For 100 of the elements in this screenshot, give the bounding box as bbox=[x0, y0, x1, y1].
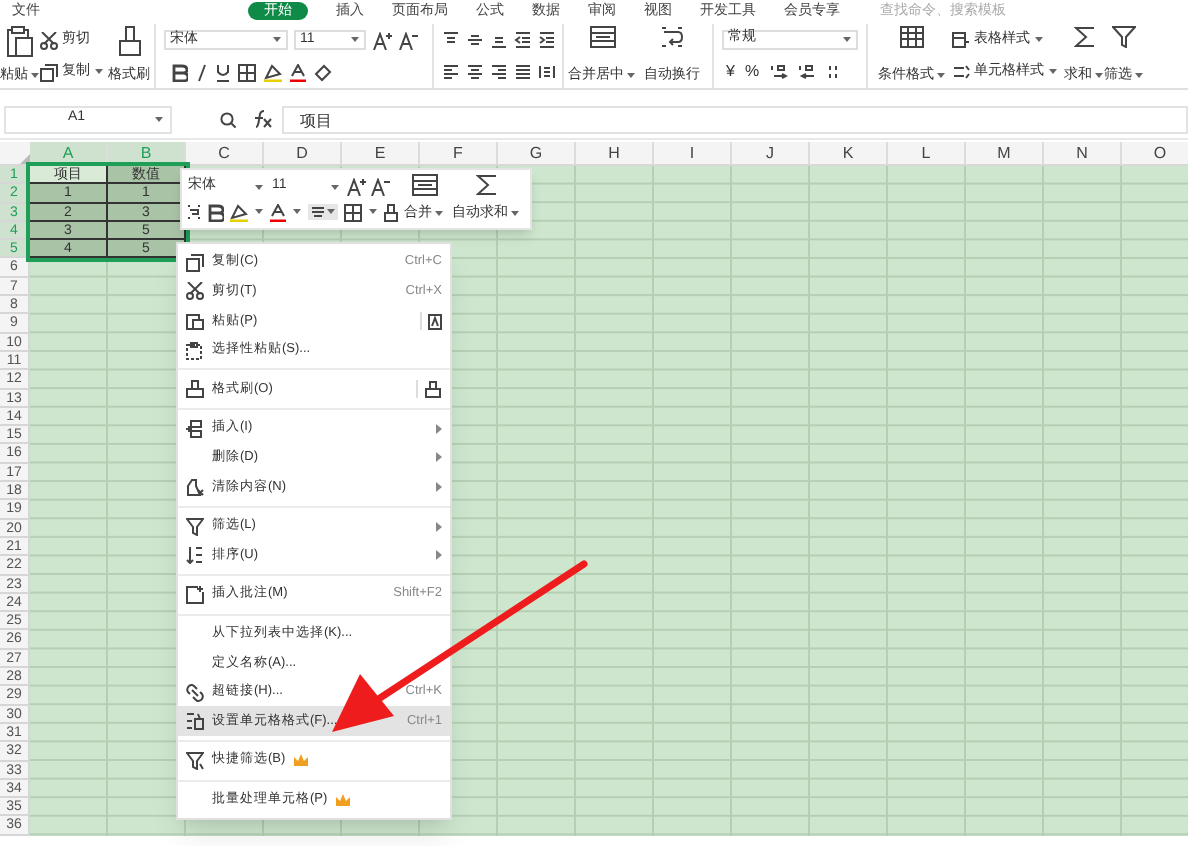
insert-cells-icon bbox=[186, 419, 204, 438]
currency-button[interactable]: ¥ bbox=[726, 59, 735, 83]
decimal-increase-icon[interactable] bbox=[769, 63, 788, 79]
paste-values-icon bbox=[428, 311, 442, 330]
increase-font-icon[interactable] bbox=[346, 178, 366, 196]
formula-input[interactable]: 项目 bbox=[282, 105, 1188, 133]
caret-right-icon bbox=[436, 481, 442, 492]
comment-icon bbox=[186, 585, 204, 604]
bold-icon[interactable] bbox=[208, 203, 224, 221]
number-format-icon[interactable] bbox=[825, 63, 840, 79]
caret-icon[interactable] bbox=[254, 208, 264, 216]
column-header[interactable]: D bbox=[264, 142, 342, 164]
table-grid-icon bbox=[900, 26, 924, 48]
caret-icon[interactable] bbox=[350, 36, 360, 45]
caret-icon[interactable] bbox=[1048, 68, 1058, 76]
caret-right-icon bbox=[436, 423, 442, 434]
copy-icon bbox=[40, 63, 58, 81]
caret-icon[interactable] bbox=[330, 183, 340, 191]
table-style-icon bbox=[952, 32, 970, 48]
caret-icon[interactable] bbox=[510, 209, 520, 218]
column-header[interactable]: E bbox=[342, 142, 420, 164]
copy-icon bbox=[186, 253, 204, 272]
justify-icon[interactable] bbox=[514, 64, 532, 80]
column-header[interactable]: K bbox=[810, 142, 888, 164]
caret-icon[interactable] bbox=[154, 115, 164, 123]
column-header[interactable]: G bbox=[498, 142, 576, 164]
caret-right-icon bbox=[436, 550, 442, 561]
align-button[interactable] bbox=[308, 204, 338, 220]
distributed-icon[interactable] bbox=[538, 64, 556, 80]
scissors-icon bbox=[186, 282, 204, 301]
column-header[interactable]: O bbox=[1122, 142, 1188, 164]
column-header[interactable]: J bbox=[732, 142, 810, 164]
italic-icon[interactable] bbox=[196, 63, 208, 82]
caret-icon[interactable] bbox=[936, 71, 946, 80]
column-header[interactable]: C bbox=[186, 142, 264, 164]
indent-decrease-icon[interactable] bbox=[514, 32, 532, 48]
caret-icon[interactable] bbox=[368, 208, 378, 216]
fill-icon[interactable] bbox=[230, 203, 248, 221]
align-middle-icon[interactable] bbox=[466, 32, 484, 48]
scissors-icon bbox=[40, 31, 58, 49]
caret-icon[interactable] bbox=[30, 71, 40, 80]
percent-button[interactable]: % bbox=[744, 59, 760, 83]
caret-icon[interactable] bbox=[94, 68, 104, 76]
border-icon[interactable] bbox=[238, 63, 256, 82]
underline-icon[interactable] bbox=[216, 63, 230, 82]
align-top-icon[interactable] bbox=[442, 32, 460, 48]
crown-icon bbox=[293, 754, 308, 767]
caret-icon[interactable] bbox=[254, 183, 264, 191]
caret-icon[interactable] bbox=[1034, 36, 1044, 44]
column-header[interactable]: N bbox=[1044, 142, 1122, 164]
merge-cells-icon bbox=[411, 174, 437, 196]
clipboard-icon bbox=[6, 26, 34, 58]
align-bottom-icon[interactable] bbox=[490, 32, 508, 48]
caret-icon[interactable] bbox=[1094, 71, 1104, 80]
sigma-icon bbox=[1073, 26, 1095, 48]
caret-icon[interactable] bbox=[434, 209, 444, 218]
increase-font-icon[interactable] bbox=[372, 31, 392, 50]
eraser-icon[interactable] bbox=[314, 63, 332, 82]
indent-increase-icon[interactable] bbox=[538, 32, 556, 48]
font-color-icon[interactable] bbox=[290, 63, 306, 82]
decrease-font-icon[interactable] bbox=[370, 178, 390, 196]
bold-icon[interactable] bbox=[172, 63, 188, 82]
caret-icon[interactable] bbox=[1134, 71, 1144, 80]
cell-style-icon bbox=[952, 64, 970, 80]
wrap-text-icon[interactable] bbox=[186, 204, 202, 220]
filter-icon bbox=[1112, 26, 1136, 48]
caret-icon[interactable] bbox=[292, 208, 302, 216]
align-left-icon[interactable] bbox=[442, 64, 460, 80]
decrease-font-icon[interactable] bbox=[398, 31, 418, 50]
zoom-icon[interactable] bbox=[220, 111, 236, 127]
caret-icon[interactable] bbox=[626, 71, 636, 80]
border-icon[interactable] bbox=[344, 203, 362, 221]
filter-icon bbox=[186, 751, 204, 770]
caret-icon[interactable] bbox=[842, 35, 852, 43]
column-header[interactable]: I bbox=[654, 142, 732, 164]
wrap-text-icon bbox=[660, 26, 684, 48]
brush-icon bbox=[186, 380, 204, 399]
link-icon bbox=[186, 683, 204, 702]
brush-icon bbox=[117, 26, 141, 58]
eraser-icon bbox=[186, 477, 204, 496]
merge-cells-icon bbox=[589, 26, 615, 48]
column-header[interactable]: H bbox=[576, 142, 654, 164]
align-center-icon bbox=[310, 204, 326, 220]
brush-icon[interactable] bbox=[384, 203, 398, 221]
font-color-icon[interactable] bbox=[270, 203, 286, 221]
clipboard-icon bbox=[186, 311, 204, 330]
fill-icon[interactable] bbox=[264, 63, 282, 82]
decimal-decrease-icon[interactable] bbox=[797, 63, 816, 79]
caret-icon[interactable] bbox=[326, 208, 336, 216]
align-center-icon[interactable] bbox=[466, 64, 484, 80]
format-cells-icon bbox=[186, 712, 204, 731]
caret-right-icon bbox=[436, 452, 442, 463]
crown-icon bbox=[335, 793, 350, 806]
column-header[interactable]: M bbox=[966, 142, 1044, 164]
filter-icon bbox=[186, 517, 204, 536]
caret-icon[interactable] bbox=[272, 36, 282, 45]
sigma-icon bbox=[475, 174, 497, 196]
align-right-icon[interactable] bbox=[490, 64, 508, 80]
column-header[interactable]: L bbox=[888, 142, 966, 164]
column-header[interactable]: F bbox=[420, 142, 498, 164]
